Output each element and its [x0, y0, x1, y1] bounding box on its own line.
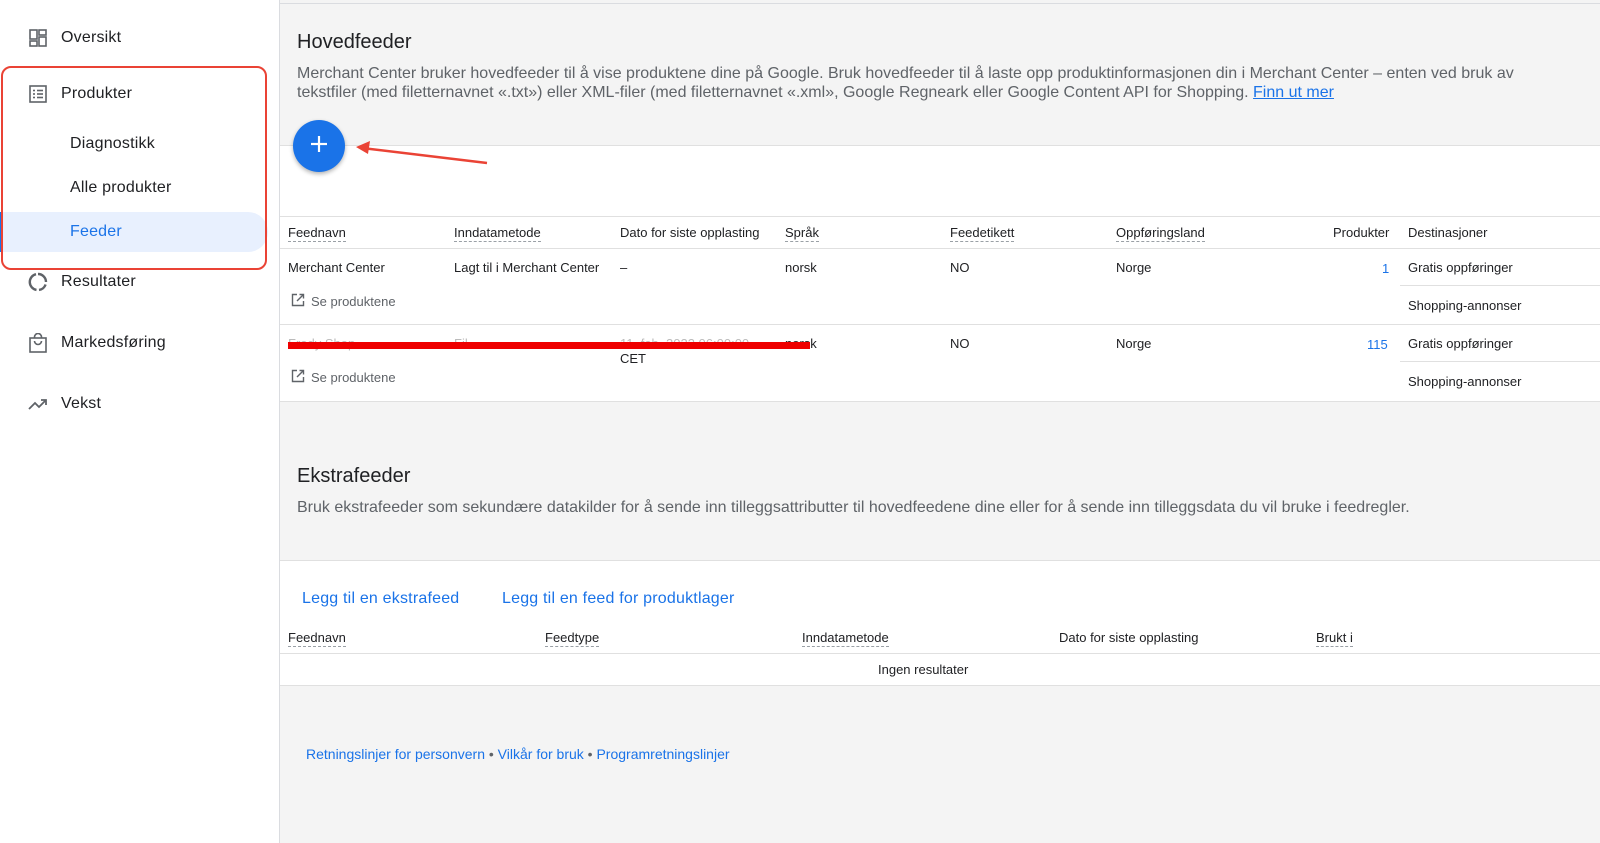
nav-label: Produkter — [61, 85, 133, 102]
feed-date: – — [620, 260, 628, 275]
col-header-inndatametode[interactable]: Inndatametode — [802, 630, 889, 647]
nav-label: Resultater — [61, 273, 136, 290]
feed-products-count[interactable]: 1 — [1382, 261, 1389, 276]
divider — [280, 3, 1600, 4]
sub-item-label: Diagnostikk — [70, 135, 155, 152]
col-header-dato[interactable]: Dato for siste opplasting — [620, 225, 759, 240]
secondary-feeds-title: Ekstrafeeder — [297, 465, 411, 487]
nav-label: Markedsføring — [61, 334, 166, 351]
add-extra-feed-button[interactable]: Legg til en ekstrafeed — [302, 590, 459, 608]
nav-item-produkter[interactable]: Produkter — [0, 72, 270, 116]
col-header-dato[interactable]: Dato for siste opplasting — [1059, 630, 1198, 645]
feed-date-tz: CET — [620, 351, 646, 366]
feed-label: NO — [950, 336, 970, 351]
trending-up-icon — [28, 394, 48, 414]
primary-feeds-description: Merchant Center bruker hovedfeeder til å… — [297, 64, 1537, 102]
donut-icon — [28, 272, 48, 292]
see-products-link[interactable]: Se produktene — [291, 293, 396, 310]
terms-link[interactable]: Vilkår for bruk — [498, 746, 584, 762]
feed-method: Lagt til i Merchant Center — [454, 260, 600, 275]
see-products-link[interactable]: Se produktene — [291, 369, 396, 386]
feed-country: Norge — [1116, 336, 1152, 351]
learn-more-link[interactable]: Finn ut mer — [1253, 84, 1334, 101]
add-inventory-feed-button[interactable]: Legg til en feed for produktlager — [502, 590, 735, 608]
divider — [280, 324, 1600, 325]
empty-state-text: Ingen resultater — [878, 662, 969, 677]
see-products-label: Se produktene — [311, 370, 396, 385]
col-header-destinasjoner[interactable]: Destinasjoner — [1408, 225, 1488, 240]
col-header-feedetikett[interactable]: Feedetikett — [950, 225, 1015, 242]
footer-separator: • — [583, 746, 597, 762]
primary-feeds-title: Hovedfeeder — [297, 31, 412, 53]
feed-label: NO — [950, 260, 970, 275]
sub-item-feeder[interactable]: Feeder — [0, 212, 268, 252]
nav-item-markedsforing[interactable]: Markedsføring — [0, 321, 270, 365]
col-header-feednavn[interactable]: Feednavn — [288, 630, 346, 647]
primary-feeds-panel: Feednavn Inndatametode Dato for siste op… — [280, 145, 1600, 402]
dashboard-icon — [28, 28, 48, 48]
nav-item-vekst[interactable]: Vekst — [0, 382, 270, 426]
program-policies-link[interactable]: Programretningslinjer — [596, 746, 729, 762]
feed-destination: Shopping-annonser — [1408, 298, 1522, 313]
open-in-new-icon — [291, 369, 311, 386]
secondary-feeds-panel: Legg til en ekstrafeed Legg til en feed … — [280, 560, 1600, 686]
nav-label: Oversikt — [61, 29, 122, 46]
privacy-policy-link[interactable]: Retningslinjer for personvern — [306, 746, 485, 762]
sub-item-alle-produkter[interactable]: Alle produkter — [3, 168, 268, 208]
feed-destination: Gratis oppføringer — [1408, 336, 1513, 351]
shopping-bag-icon — [28, 333, 48, 353]
secondary-feeds-description: Bruk ekstrafeeder som sekundære datakild… — [297, 499, 1410, 516]
sub-item-label: Feeder — [70, 223, 122, 240]
col-header-feednavn[interactable]: Feednavn — [288, 225, 346, 242]
feed-destination: Shopping-annonser — [1408, 374, 1522, 389]
footer-links: Retningslinjer for personvern • Vilkår f… — [306, 746, 730, 762]
divider — [1400, 361, 1600, 362]
nav-item-resultater[interactable]: Resultater — [0, 260, 270, 304]
sidebar: Oversikt Produkter Diagnostikk Alle prod… — [0, 0, 280, 843]
feed-name: Merchant Center — [288, 260, 385, 275]
col-header-brukt-i[interactable]: Brukt i — [1316, 630, 1353, 647]
col-header-sprak[interactable]: Språk — [785, 225, 819, 242]
col-header-feedtype[interactable]: Feedtype — [545, 630, 600, 647]
sub-item-diagnostikk[interactable]: Diagnostikk — [3, 124, 268, 164]
feed-products-count[interactable]: 115 — [1367, 337, 1388, 352]
list-icon — [28, 84, 48, 104]
plus-icon — [309, 134, 329, 159]
col-header-inndatametode[interactable]: Inndatametode — [454, 225, 541, 242]
footer-separator: • — [484, 746, 498, 762]
add-primary-feed-button[interactable] — [293, 120, 345, 172]
open-in-new-icon — [291, 293, 311, 310]
divider — [280, 216, 1600, 217]
divider — [280, 653, 1600, 654]
col-header-produkter[interactable]: Produkter — [1333, 225, 1389, 240]
col-header-oppforingsland[interactable]: Oppføringsland — [1116, 225, 1205, 242]
nav-item-oversikt[interactable]: Oversikt — [0, 16, 270, 60]
feed-language: norsk — [785, 260, 817, 275]
main-content: Hovedfeeder Merchant Center bruker hoved… — [280, 0, 1600, 843]
sub-item-label: Alle produkter — [70, 179, 172, 196]
divider — [1400, 285, 1600, 286]
annotation-arrow — [356, 141, 488, 165]
feed-country: Norge — [1116, 260, 1152, 275]
see-products-label: Se produktene — [311, 294, 396, 309]
nav-label: Vekst — [61, 395, 102, 412]
divider — [280, 248, 1600, 249]
feed-destination: Gratis oppføringer — [1408, 260, 1513, 275]
redaction-strike — [288, 342, 810, 349]
